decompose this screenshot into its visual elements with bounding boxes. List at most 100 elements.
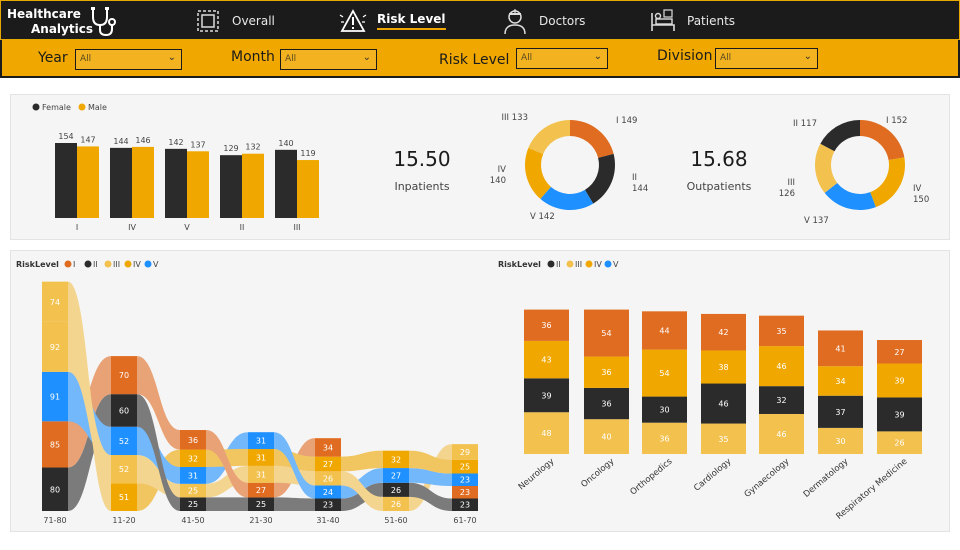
legend-marker-male [78,103,86,111]
donut-label-IV: 140 [490,176,506,186]
x-tick-label: 11-20 [112,516,135,525]
legend-marker-II [547,260,555,268]
data-label: 26 [323,474,333,483]
data-label: 38 [718,363,728,372]
legend-title: RiskLevel [16,260,59,269]
data-label: 54 [601,329,611,338]
month-select[interactable]: All ⌄ [280,49,377,70]
data-label: 91 [50,393,60,402]
data-label: 23 [460,488,470,497]
legend-marker-I [64,260,72,268]
data-label: 23 [323,501,333,510]
risk-level-label: Risk Level [439,52,510,68]
data-label: 30 [659,406,669,415]
year-select[interactable]: All ⌄ [75,49,182,70]
data-label: 30 [835,437,845,446]
data-label: 137 [190,140,205,149]
legend-title: RiskLevel [498,260,541,269]
tab-doctors[interactable]: Doctors [501,1,585,41]
bar-male-III [297,160,319,218]
data-label: 132 [245,143,260,152]
data-label: 46 [776,430,786,439]
year-select-value: All [80,54,92,64]
ribbon-legend: RiskLevel I II III IV V [16,260,159,269]
outpatients-value: 15.68 [690,147,748,171]
data-label: 46 [776,362,786,371]
data-label: 48 [541,429,551,438]
month-select-value: All [285,54,297,64]
data-label: 39 [894,376,904,385]
tab-overall-label: Overall [232,14,275,28]
dashboard-icon [197,10,219,32]
data-label: 142 [168,138,183,147]
data-label: 85 [50,440,60,449]
data-label: 42 [718,328,728,337]
bar-female-III [275,149,297,218]
donut-label-V: V 137 [804,216,829,226]
brand-line2: Analytics [31,22,93,36]
legend-label-V: V [153,260,159,269]
chevron-down-icon: ⌄ [362,52,371,63]
bar-female-V [165,148,187,218]
data-label: 27 [256,486,266,495]
x-tick-label: III [293,223,300,232]
tab-risk-level[interactable]: Risk Level [339,1,446,41]
gender-bar-chart: Female Male 154 147 I 144 146 IV 142 137 V 129 132 II… [32,103,319,232]
data-label: 36 [541,321,551,330]
x-tick-label: Orthopedics [628,456,674,497]
legend-label-I: I [73,260,75,269]
x-tick-label: Cardiology [692,457,733,494]
inpatients-donut-chart: I 149 II144 V 142 IV140 III 133 [490,113,648,222]
data-label: 23 [460,476,470,485]
x-tick-label: IV [128,223,136,232]
data-label: 54 [659,369,669,378]
data-label: 140 [278,139,293,148]
donut-label-III: III [787,178,795,188]
legend-marker-III [104,260,112,268]
doctor-icon [504,9,526,35]
data-label: 39 [894,410,904,419]
donut-slice-V [824,182,876,210]
data-label: 34 [835,377,845,386]
donut-slice-III [815,143,838,193]
tab-doctors-label: Doctors [539,14,586,28]
data-label: 36 [601,400,611,409]
legend-marker-V [144,260,152,268]
data-label: 39 [541,391,551,400]
risk-level-select[interactable]: All ⌄ [516,48,608,69]
x-tick-label: 51-60 [384,516,407,525]
inpatients-value: 15.50 [393,147,451,171]
data-label: 36 [601,368,611,377]
data-label: 34 [323,443,333,452]
tab-overall[interactable]: Overall [194,1,275,41]
donut-label-IV: IV [913,184,922,194]
donut-slice-II [584,153,615,204]
division-select[interactable]: All ⌄ [715,48,818,69]
donut-label-V: V 142 [530,212,555,222]
bar-male-IV [132,146,154,218]
donut-label-III: III 133 [502,113,528,123]
ribbon-II [274,497,315,511]
division-stacked-chart: RiskLevel II III IV V48394336Neurology403636… [498,260,922,522]
x-tick-label: 71-80 [43,516,66,525]
data-label: 80 [50,485,60,494]
legend-label-II: II [93,260,98,269]
data-label: 23 [460,501,470,510]
data-label: 26 [894,439,904,448]
month-label: Month [231,49,275,65]
data-label: 147 [80,135,95,144]
bar-female-II [220,155,242,218]
legend-marker-female [32,103,40,111]
stethoscope-icon [91,7,116,37]
donut-label-II: 144 [632,184,648,194]
tab-patients[interactable]: Patients [649,1,735,41]
legend-label-III: III [575,260,582,269]
bar-female-I [55,143,77,218]
data-label: 26 [391,486,401,495]
data-label: 41 [835,344,845,353]
bar-male-I [77,146,99,218]
donut-slice-I [860,120,905,161]
bar-male-II [242,153,264,218]
data-label: 32 [188,454,198,463]
data-label: 154 [58,132,73,141]
